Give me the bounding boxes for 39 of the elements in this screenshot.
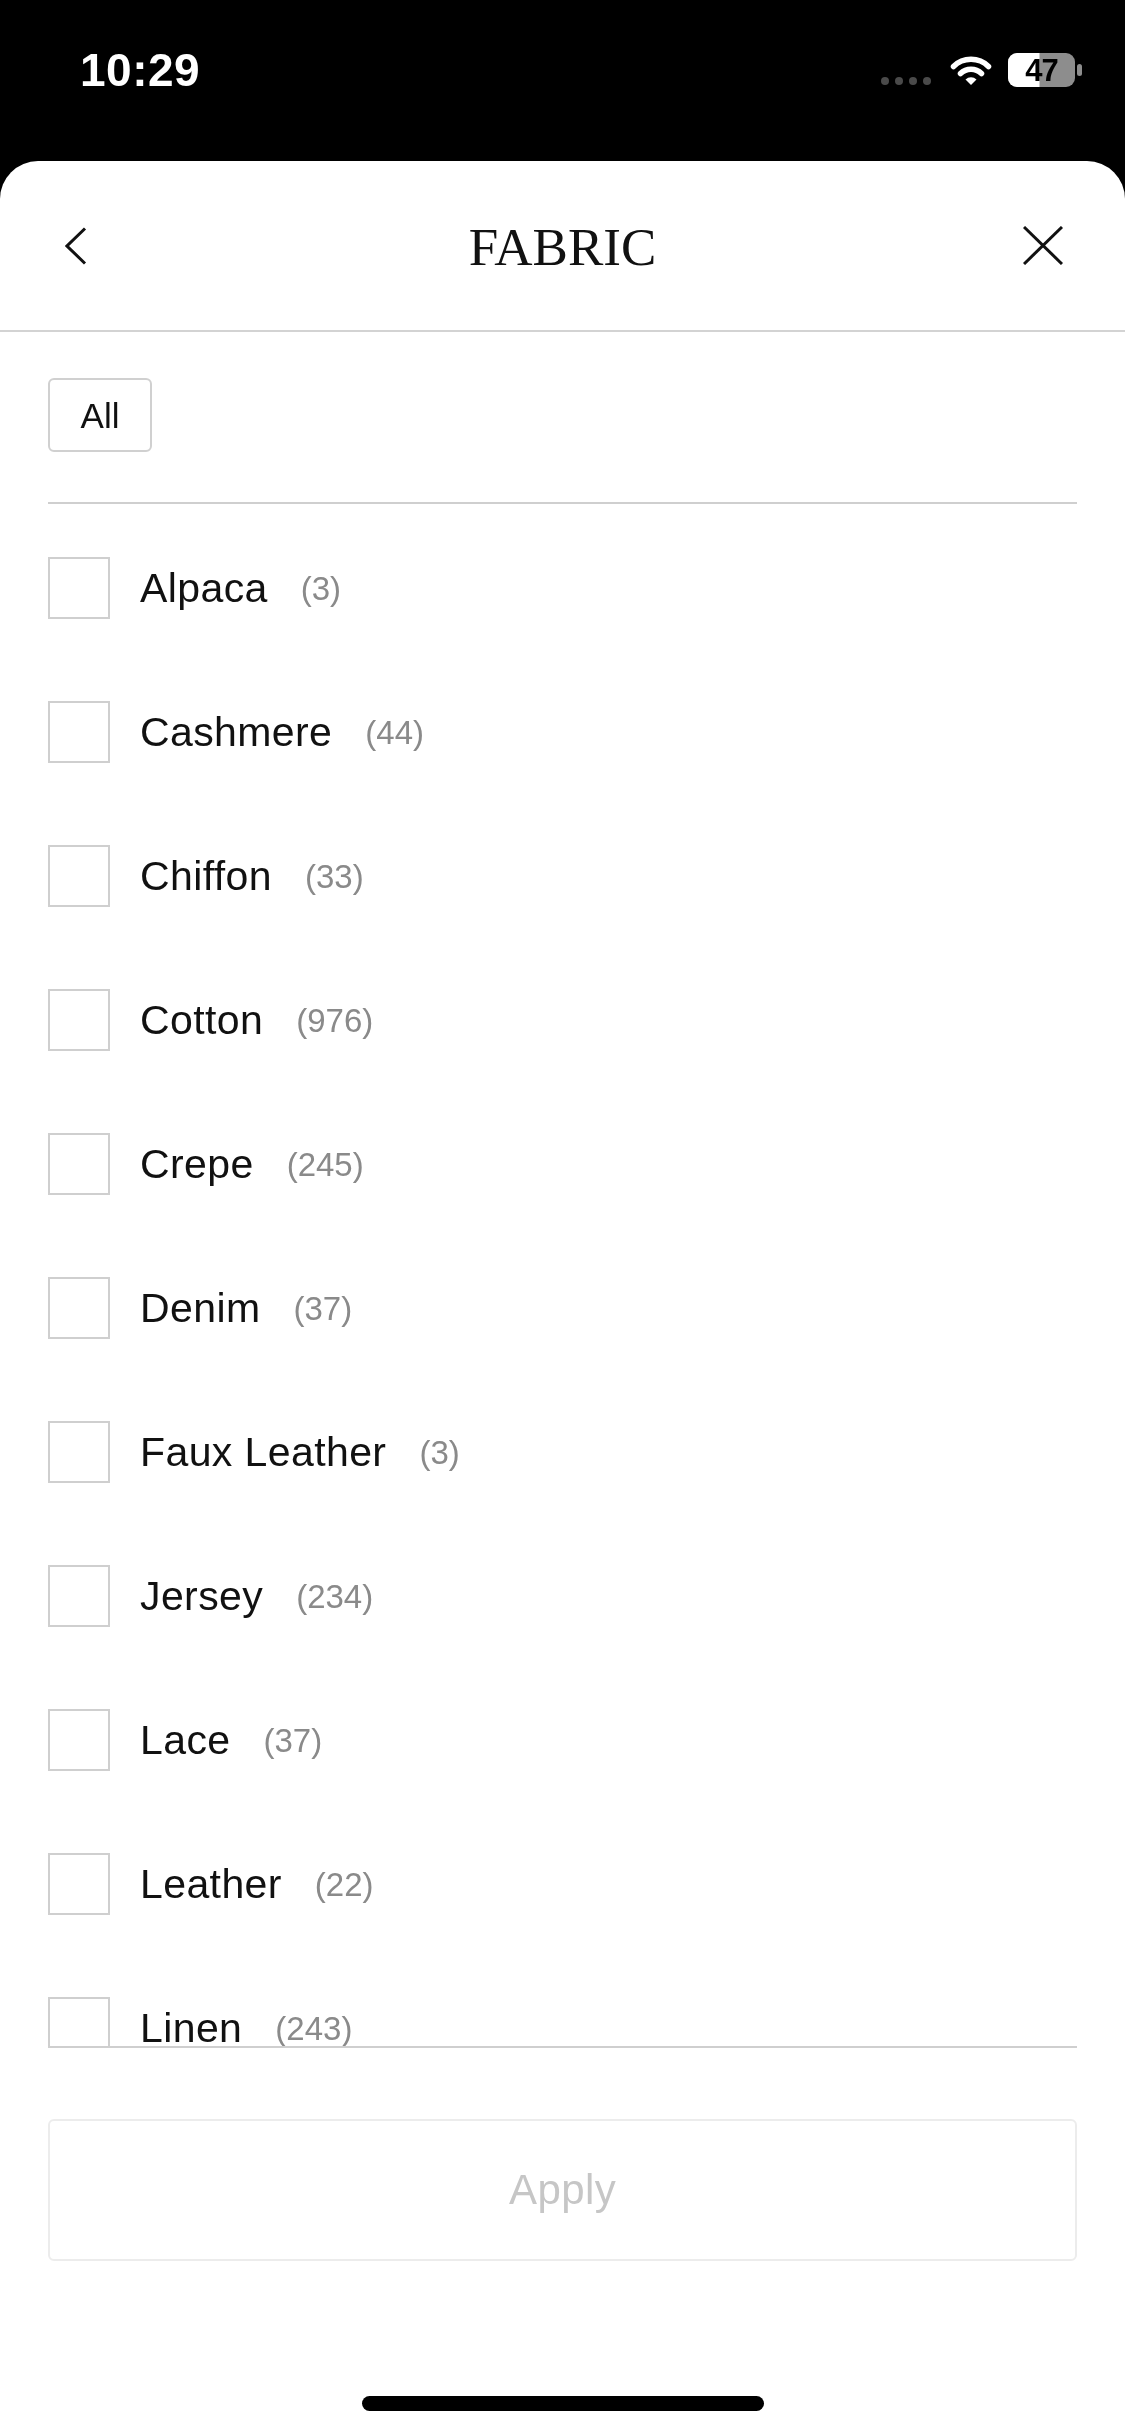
checkbox[interactable] (48, 1709, 110, 1771)
fabric-label: Linen (140, 2007, 243, 2046)
close-icon[interactable] (1023, 226, 1063, 265)
checkbox[interactable] (48, 989, 110, 1051)
checkbox[interactable] (48, 1277, 110, 1339)
signal-icon (881, 76, 933, 85)
item-count: (243) (275, 2011, 353, 2045)
checkbox[interactable] (48, 701, 110, 763)
checkbox[interactable] (48, 845, 110, 907)
item-count: (37) (293, 1291, 353, 1325)
fabric-label: Jersey (140, 1575, 264, 1617)
item-count: (33) (304, 859, 364, 893)
item-count: (3) (419, 1435, 460, 1469)
fabric-label: Leather (140, 1863, 282, 1905)
back-icon[interactable] (65, 226, 87, 265)
fabric-label: Lace (140, 1719, 231, 1761)
fabric-label: Cotton (140, 999, 264, 1041)
checkbox[interactable] (48, 557, 110, 619)
checkbox[interactable] (48, 1565, 110, 1627)
checkbox[interactable] (48, 1421, 110, 1483)
item-count: (44) (365, 715, 424, 749)
fabric-label: Cashmere (140, 711, 333, 753)
fabric-label: Denim (140, 1287, 261, 1329)
sheet-title: FABRIC (468, 217, 657, 274)
fabric-label: Alpaca (140, 567, 268, 609)
status-time: 10:29 (80, 46, 201, 93)
item-count: (37) (263, 1723, 323, 1757)
checkbox[interactable] (48, 1133, 110, 1195)
fabric-label: Chiffon (140, 855, 272, 897)
item-count: (976) (296, 1003, 374, 1037)
item-count: (22) (314, 1867, 374, 1901)
all-button[interactable]: All (48, 378, 152, 452)
checkbox[interactable] (48, 1853, 110, 1915)
fabric-label: Crepe (140, 1143, 254, 1185)
checkbox[interactable] (48, 1997, 110, 2046)
item-count: (3) (300, 571, 342, 605)
item-count: (234) (296, 1579, 374, 1613)
item-count: (245) (286, 1147, 364, 1181)
fabric-label: Faux Leather (140, 1431, 387, 1473)
